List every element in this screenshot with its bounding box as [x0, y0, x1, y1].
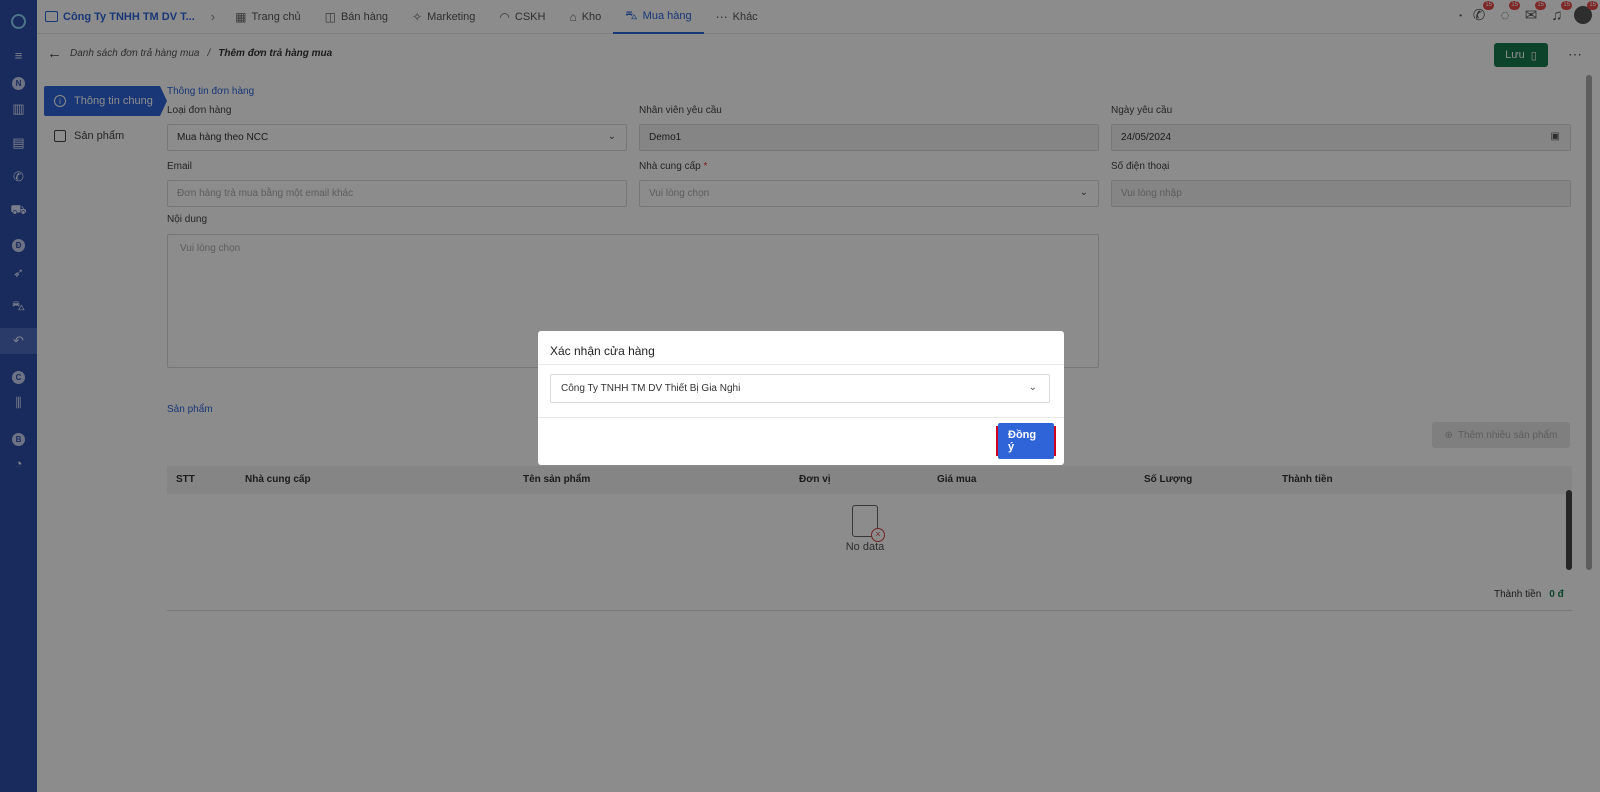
ok-button-highlight: Đồng ý	[996, 423, 1056, 459]
chevron-down-icon: ⌄	[1028, 382, 1037, 393]
modal-title: Xác nhận cửa hàng	[538, 331, 1064, 365]
store-select[interactable]: Công Ty TNHH TM DV Thiết Bị Gia Nghi ⌄	[550, 374, 1050, 403]
ok-button[interactable]: Đồng ý	[998, 423, 1054, 459]
confirm-store-modal: Xác nhận cửa hàng Công Ty TNHH TM DV Thi…	[538, 331, 1064, 465]
modal-footer-divider	[538, 417, 1064, 418]
app: ≡ N ▥ ▤ ✆ ⛟ Đ ➶ ⛍ ↶ C ⫼ B ◔ Công Ty TNHH…	[0, 0, 1600, 792]
